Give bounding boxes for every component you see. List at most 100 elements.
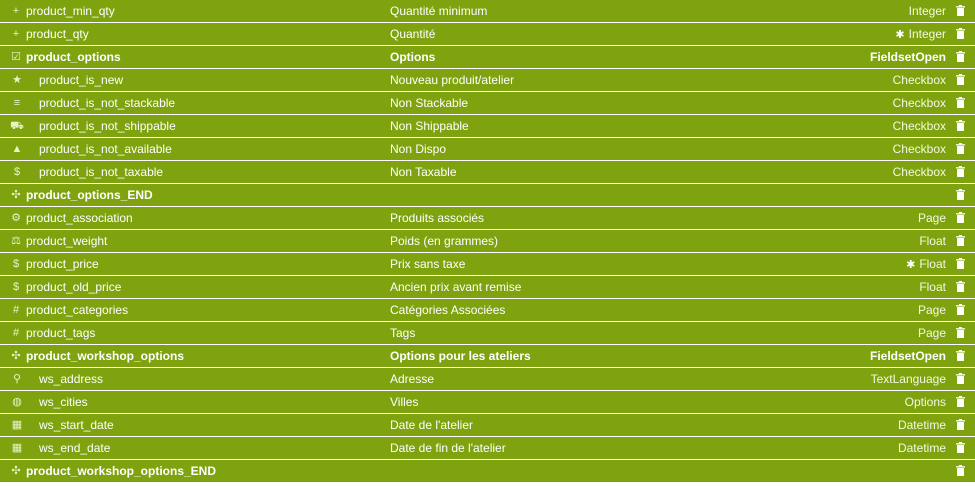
dollar-icon: $	[13, 166, 21, 178]
field-row-product_tags[interactable]: # product_tags Tags Page	[0, 322, 975, 344]
globe-icon: ◍	[12, 396, 22, 408]
trash-icon[interactable]	[953, 460, 967, 482]
trash-icon[interactable]	[953, 299, 967, 321]
field-label: Non Shippable	[390, 119, 469, 133]
list-icon: ≡	[13, 97, 21, 109]
checkbox-icon: ☑	[11, 51, 21, 63]
trash-icon[interactable]	[953, 391, 967, 413]
trash-icon[interactable]	[953, 69, 967, 91]
field-name[interactable]: product_qty	[26, 23, 89, 45]
field-type: Checkbox	[892, 165, 946, 179]
trash-icon[interactable]	[953, 253, 967, 275]
field-type-cell: Options	[905, 391, 946, 413]
trash-icon[interactable]	[953, 437, 967, 459]
field-label: Date de l'atelier	[390, 418, 474, 432]
field-row-ws_end_date[interactable]: ▦ ws_end_date Date de fin de l'atelier D…	[0, 437, 975, 459]
dollar-icon: $	[12, 281, 20, 293]
field-name[interactable]: product_is_not_available	[39, 138, 172, 160]
field-type-cell: FieldsetOpen	[870, 46, 946, 68]
trash-icon[interactable]	[953, 115, 967, 137]
dollar-icon: $	[12, 258, 20, 270]
trash-icon[interactable]	[953, 345, 967, 367]
field-type: Integer	[908, 4, 946, 18]
field-name[interactable]: product_association	[26, 207, 133, 229]
trash-icon[interactable]	[953, 23, 967, 45]
field-row-product_old_price[interactable]: $ product_old_price Ancien prix avant re…	[0, 276, 975, 298]
field-row-ws_start_date[interactable]: ▦ ws_start_date Date de l'atelier Dateti…	[0, 414, 975, 436]
field-name[interactable]: product_tags	[26, 322, 95, 344]
field-row-product_min_qty[interactable]: + product_min_qty Quantité minimum Integ…	[0, 0, 975, 22]
field-row-ws_address[interactable]: ⚲ ws_address Adresse TextLanguage	[0, 368, 975, 390]
trash-icon[interactable]	[953, 368, 967, 390]
field-name[interactable]: product_categories	[26, 299, 128, 321]
scale-icon: ⚖	[11, 235, 21, 247]
field-type-cell: Float	[919, 276, 946, 298]
field-row-product_workshop_options[interactable]: ✣ product_workshop_options Options pour …	[0, 345, 975, 367]
calendar-icon: ▦	[11, 419, 23, 431]
field-name[interactable]: ws_address	[39, 368, 103, 390]
field-row-product_is_not_available[interactable]: ▲ product_is_not_available Non Dispo Che…	[0, 138, 975, 160]
field-type-cell: FieldsetOpen	[870, 345, 946, 367]
field-row-product_association[interactable]: ⚙ product_association Produits associés …	[0, 207, 975, 229]
trash-icon[interactable]	[953, 230, 967, 252]
field-type: Float	[919, 257, 946, 271]
field-row-product_is_not_taxable[interactable]: $ product_is_not_taxable Non Taxable Che…	[0, 161, 975, 183]
field-name[interactable]: product_workshop_options_END	[26, 460, 216, 482]
field-name[interactable]: product_old_price	[26, 276, 121, 298]
field-row-product_options_END[interactable]: ✣ product_options_END	[0, 184, 975, 206]
trash-icon[interactable]	[953, 207, 967, 229]
field-name[interactable]: product_is_not_taxable	[39, 161, 163, 183]
required-asterisk-icon: ✱	[906, 259, 916, 271]
field-label: Non Taxable	[390, 165, 457, 179]
field-type-cell: Page	[918, 322, 946, 344]
field-row-product_is_not_shippable[interactable]: ⛟ product_is_not_shippable Non Shippable…	[0, 115, 975, 137]
field-row-product_categories[interactable]: # product_categories Catégories Associée…	[0, 299, 975, 321]
field-row-product_weight[interactable]: ⚖ product_weight Poids (en grammes) Floa…	[0, 230, 975, 252]
move-icon: ✣	[11, 350, 21, 362]
cogs-icon: ⚙	[11, 212, 21, 224]
field-name[interactable]: product_is_not_shippable	[39, 115, 176, 137]
field-name[interactable]: product_weight	[26, 230, 107, 252]
field-name[interactable]: product_is_not_stackable	[39, 92, 175, 114]
field-type-cell: Datetime	[898, 414, 946, 436]
field-type: Page	[917, 211, 946, 225]
field-row-product_workshop_options_END[interactable]: ✣ product_workshop_options_END	[0, 460, 975, 482]
field-row-product_is_not_stackable[interactable]: ≡ product_is_not_stackable Non Stackable…	[0, 92, 975, 114]
field-row-ws_cities[interactable]: ◍ ws_cities Villes Options	[0, 391, 975, 413]
plus-icon: +	[12, 5, 20, 17]
trash-icon[interactable]	[953, 161, 967, 183]
field-name[interactable]: ws_cities	[39, 391, 88, 413]
trash-icon[interactable]	[953, 46, 967, 68]
field-type-cell: ✱ Integer	[895, 23, 946, 45]
field-type: Float	[919, 234, 946, 248]
field-name[interactable]: ws_start_date	[39, 414, 114, 436]
calendar-icon: ▦	[11, 442, 23, 454]
trash-icon[interactable]	[953, 92, 967, 114]
field-name[interactable]: product_workshop_options	[26, 345, 184, 367]
field-row-product_is_new[interactable]: ★ product_is_new Nouveau produit/atelier…	[0, 69, 975, 91]
field-name[interactable]: product_min_qty	[26, 0, 115, 22]
hash-icon: #	[12, 304, 20, 316]
field-row-product_options[interactable]: ☑ product_options Options FieldsetOpen	[0, 46, 975, 68]
field-name[interactable]: product_options_END	[26, 184, 153, 206]
field-row-product_qty[interactable]: + product_qty Quantité ✱ Integer	[0, 23, 975, 45]
move-icon: ✣	[11, 465, 21, 477]
field-row-product_price[interactable]: $ product_price Prix sans taxe ✱ Float	[0, 253, 975, 275]
field-name[interactable]: ws_end_date	[39, 437, 110, 459]
field-label: Options pour les ateliers	[390, 349, 531, 363]
trash-icon[interactable]	[953, 184, 967, 206]
trash-icon[interactable]	[953, 322, 967, 344]
trash-icon[interactable]	[953, 138, 967, 160]
field-name[interactable]: product_price	[26, 253, 99, 275]
field-label: Tags	[390, 326, 416, 340]
plus-icon: +	[12, 28, 20, 40]
field-type-cell: Float	[919, 230, 946, 252]
trash-icon[interactable]	[953, 0, 967, 22]
field-name[interactable]: product_options	[26, 46, 121, 68]
trash-icon[interactable]	[953, 414, 967, 436]
field-label: Ancien prix avant remise	[390, 280, 522, 294]
move-icon: ✣	[11, 189, 21, 201]
field-name[interactable]: product_is_new	[39, 69, 123, 91]
trash-icon[interactable]	[953, 276, 967, 298]
field-label: Produits associés	[390, 211, 485, 225]
